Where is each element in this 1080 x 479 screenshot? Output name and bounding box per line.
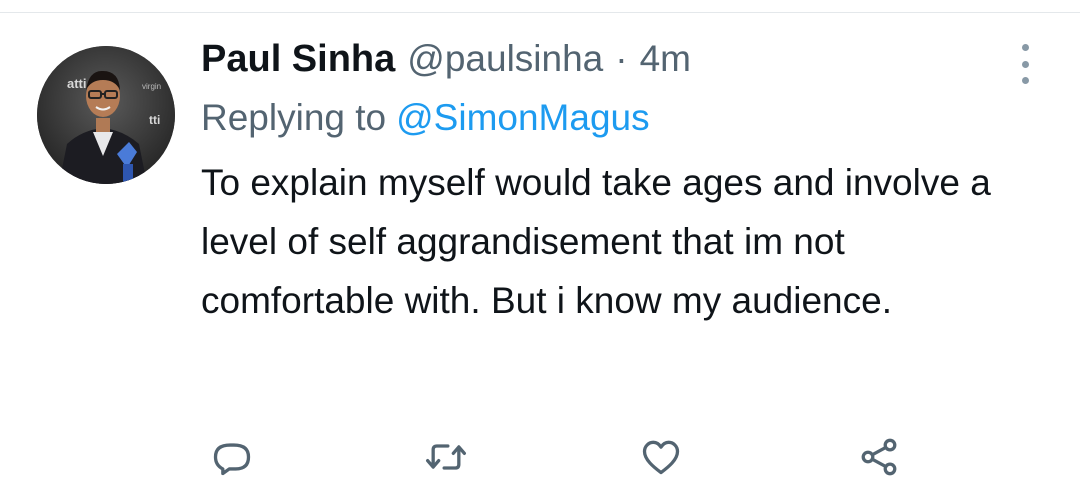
author-name[interactable]: Paul Sinha — [201, 38, 395, 81]
tweet-header: Paul Sinha @paulsinha · 4m — [201, 38, 1041, 92]
svg-text:atti: atti — [67, 76, 87, 91]
tweet-text: To explain myself would take ages and in… — [201, 162, 991, 321]
avatar[interactable]: atti tti virgin — [37, 46, 175, 184]
share-icon — [861, 438, 897, 476]
divider — [0, 12, 1080, 13]
replying-to: Replying to @SimonMagus — [201, 97, 1041, 147]
reply-button[interactable] — [208, 433, 256, 479]
more-options-button[interactable] — [1012, 44, 1038, 84]
reply-icon — [213, 443, 251, 476]
more-vertical-icon — [1021, 44, 1029, 51]
svg-text:virgin: virgin — [142, 82, 161, 91]
timestamp[interactable]: 4m — [640, 38, 691, 80]
tweet[interactable]: atti tti virgin Paul Sinha @paulsinha · … — [0, 0, 1080, 479]
like-button[interactable] — [637, 433, 685, 479]
share-button[interactable] — [855, 433, 903, 479]
replying-to-label: Replying to — [201, 97, 387, 138]
avatar-photo: atti tti virgin — [37, 46, 175, 184]
svg-text:tti: tti — [149, 113, 160, 127]
author-handle[interactable]: @paulsinha — [407, 38, 603, 80]
separator-dot: · — [615, 38, 628, 79]
replying-to-mention[interactable]: @SimonMagus — [396, 97, 650, 138]
retweet-icon — [426, 444, 466, 470]
tweet-content: Paul Sinha @paulsinha · 4m Replying to @S… — [201, 38, 1041, 330]
heart-icon — [642, 440, 680, 475]
retweet-button[interactable] — [422, 433, 470, 479]
more-vertical-icon — [1021, 77, 1029, 84]
more-vertical-icon — [1021, 60, 1029, 68]
